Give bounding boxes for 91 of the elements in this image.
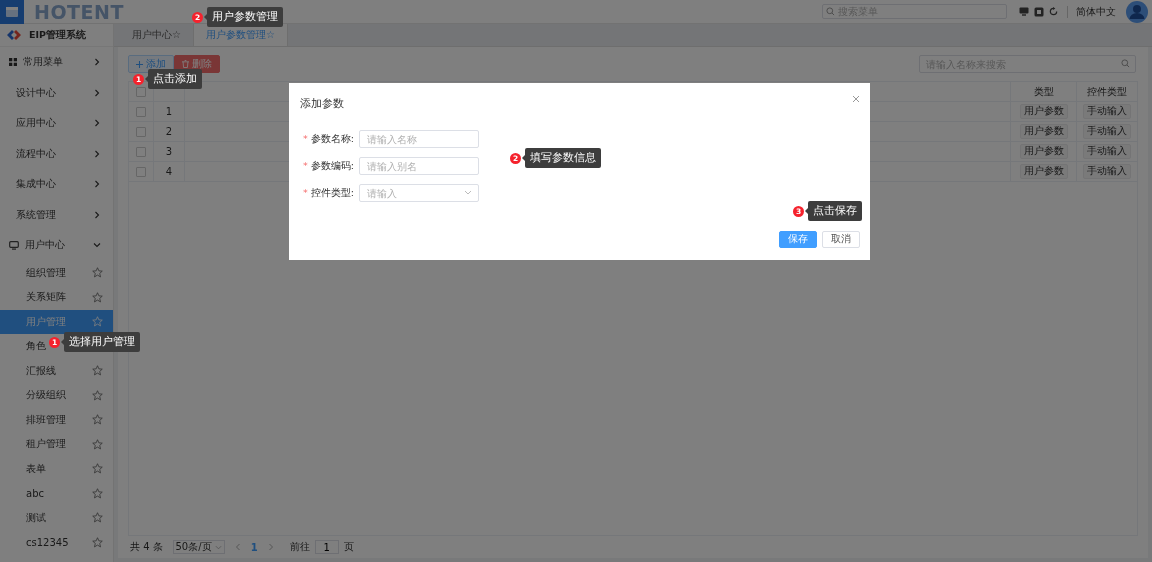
menu-group[interactable]: 应用中心 [0,108,113,139]
tab[interactable]: 用户中心☆ [120,24,193,46]
star-icon[interactable] [92,291,103,303]
star-icon[interactable] [92,414,103,426]
star-icon[interactable] [92,463,103,475]
menu-item[interactable]: 组织管理 [0,260,113,285]
menu-item[interactable]: 表单 [0,456,113,481]
language-selector[interactable]: 简体中文 [1076,4,1116,19]
menu-item[interactable]: 关系矩阵 [0,285,113,310]
monitor-icon [9,240,19,250]
callout-tooltip: 选择用户管理 [64,332,140,352]
plus-icon [136,60,143,68]
callout-tooltip: 点击保存 [808,201,862,221]
search-icon [1121,59,1130,68]
page-input[interactable]: 1 [314,540,339,554]
row-index: 4 [165,166,173,177]
star-icon[interactable] [92,365,103,377]
menu-group[interactable]: 系统管理 [0,199,113,230]
callout-tooltip: 点击添加 [148,69,202,89]
goto-label: 前往 [289,540,310,554]
search-icon [826,7,835,16]
menu-item[interactable]: 汇报线 [0,358,113,383]
chevron-down-icon [93,241,101,250]
chevron-right-icon [93,88,101,97]
input-field[interactable]: 请输入名称 [359,130,479,148]
row-checkbox[interactable] [136,106,146,117]
avatar-icon[interactable] [1126,0,1148,23]
system-name: EIP管理系统 [29,28,86,42]
row-checkbox[interactable] [136,126,146,137]
row-index: 3 [165,146,173,157]
chevron-right-icon [93,119,101,128]
control-type-tag: 手动输入 [1083,144,1131,159]
control-type-tag: 手动输入 [1083,104,1131,119]
menu-item[interactable]: 分级组织 [0,383,113,408]
menu-group[interactable]: 设计中心 [0,77,113,108]
caret-icon [464,190,472,195]
star-icon[interactable] [92,512,103,524]
close-icon[interactable] [852,95,860,103]
callout-tooltip: 填写参数信息 [525,148,601,168]
menu-item[interactable]: cs12345 [0,530,113,555]
menu-item[interactable]: 排班管理 [0,407,113,432]
dialog-title: 添加参数 [300,96,344,111]
fullscreen-icon[interactable] [1034,6,1044,17]
cancel-button[interactable]: 取消 [822,231,860,248]
logo: HOTENT [34,0,124,23]
type-tag: 用户参数 [1019,164,1068,179]
type-tag: 用户参数 [1019,124,1068,139]
star-icon[interactable] [92,536,103,548]
caret-icon [215,544,222,550]
logo-icon [7,30,21,40]
page-unit: 页 [343,540,354,554]
monitor-icon[interactable] [1019,7,1029,16]
chevron-right-icon [93,180,101,189]
chevron-right-icon [93,58,101,67]
row-index: 1 [165,106,173,117]
star-icon[interactable] [92,267,103,279]
menu-group[interactable]: 用户中心 [0,230,113,261]
field-label: * 参数名称: [302,132,354,146]
field-label: * 控件类型: [302,186,354,200]
chevron-right-icon [93,210,101,219]
control-type-tag: 手动输入 [1083,124,1131,139]
grid-icon [9,58,17,67]
callout-tooltip: 用户参数管理 [207,7,283,27]
row-checkbox[interactable] [136,146,146,157]
menu-group[interactable]: 集成中心 [0,169,113,200]
column-header: 控件类型 [1087,84,1127,99]
type-tag: 用户参数 [1019,104,1068,119]
star-icon[interactable] [92,438,103,450]
menu-item[interactable]: 测试 [0,505,113,530]
field-label: * 参数编码: [302,159,354,173]
row-checkbox[interactable] [136,166,146,177]
refresh-icon[interactable] [1049,7,1058,16]
menu-item[interactable]: 租户管理 [0,432,113,457]
input-field[interactable]: 请输入别名 [359,157,479,175]
menu-group[interactable]: 流程中心 [0,138,113,169]
save-button[interactable]: 保存 [779,231,817,248]
column-header: 类型 [1033,84,1054,99]
total-count: 共 4 条 [130,540,163,554]
row-index: 2 [165,126,173,137]
select-field[interactable]: 请输入 [359,184,479,202]
star-icon[interactable] [92,389,103,401]
menu-item[interactable]: abc [0,481,113,506]
control-type-tag: 手动输入 [1083,164,1131,179]
page-size-select[interactable]: 50条/页 [172,540,225,554]
menu-group[interactable]: 常用菜单 [0,47,113,78]
chevron-right-icon [93,149,101,158]
trash-icon [182,60,189,68]
select-all-checkbox[interactable] [136,86,146,97]
star-icon[interactable] [92,487,103,499]
type-tag: 用户参数 [1019,144,1068,159]
menu-icon[interactable] [0,0,24,24]
